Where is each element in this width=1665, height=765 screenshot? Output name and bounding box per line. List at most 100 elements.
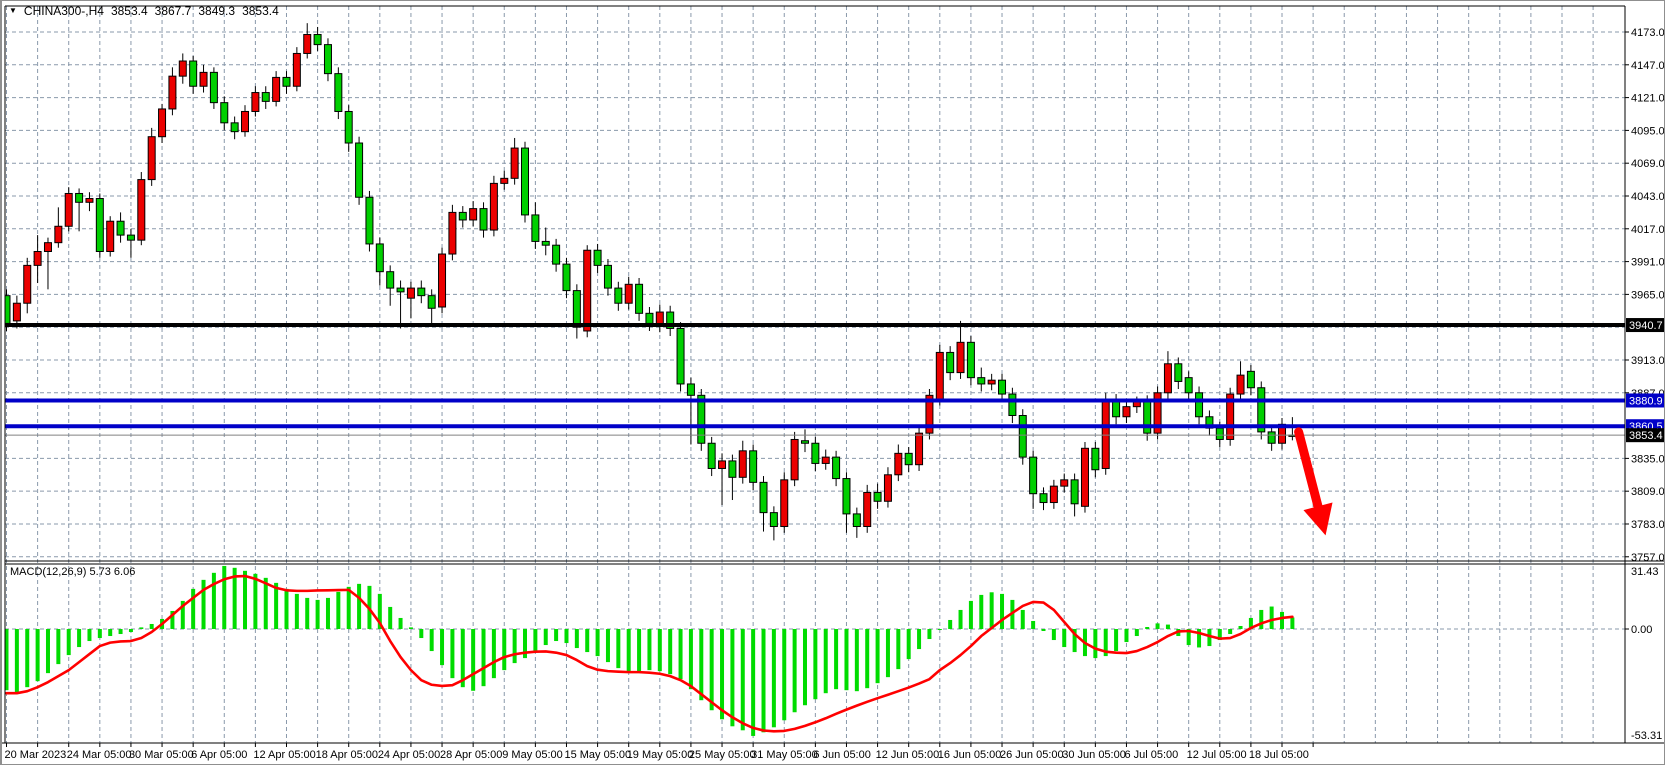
candlestick — [1102, 400, 1109, 468]
macd-bar — [1280, 612, 1284, 629]
macd-bar — [471, 629, 475, 691]
time-tick-label: 15 May 05:00 — [564, 749, 631, 761]
macd-bar — [647, 629, 651, 670]
candlestick — [1009, 394, 1016, 415]
candlestick — [210, 72, 217, 102]
candlestick — [884, 475, 891, 501]
macd-bar — [326, 598, 330, 629]
macd-bar — [253, 574, 257, 629]
macd-bar — [305, 598, 309, 629]
candlestick — [573, 291, 580, 328]
candlestick — [480, 209, 487, 230]
macd-bar — [46, 629, 50, 673]
price-tag-text: 3940.7 — [1629, 320, 1663, 332]
macd-bar — [564, 629, 568, 643]
candlestick — [418, 288, 425, 296]
candlestick — [1071, 480, 1078, 504]
macd-bar — [36, 629, 40, 681]
candlestick — [1237, 375, 1244, 394]
price-tick-label: 4017.0 — [1631, 224, 1665, 236]
price-tag-text: 3880.9 — [1629, 395, 1663, 407]
candlestick — [55, 226, 62, 242]
time-tick-label: 16 Jun 05:00 — [938, 749, 1002, 761]
candlestick — [646, 313, 653, 323]
price-tick-label: 4069.0 — [1631, 158, 1665, 170]
candlestick — [117, 221, 124, 235]
symbol-period-label: CHINA300-,H4 — [24, 4, 104, 18]
macd-bar — [793, 629, 797, 712]
candlestick — [304, 35, 311, 54]
macd-bar — [834, 629, 838, 689]
macd-bar — [212, 573, 216, 629]
macd-bar — [108, 629, 112, 636]
candlestick — [770, 513, 777, 527]
indicator-label: MACD(12,26,9) 5.73 6.06 — [10, 566, 135, 578]
candlestick — [231, 123, 238, 132]
macd-bar — [202, 580, 206, 629]
macd-bar — [699, 629, 703, 700]
candlestick — [107, 221, 114, 251]
candlestick — [895, 453, 902, 474]
macd-bar — [575, 629, 579, 648]
candlestick — [760, 482, 767, 512]
candlestick — [13, 303, 20, 321]
symbol-dropdown-icon[interactable]: ▼ — [9, 7, 17, 15]
candlestick — [936, 352, 943, 399]
candlestick — [1040, 494, 1047, 503]
macd-bar — [440, 629, 444, 665]
macd-bar — [87, 629, 91, 641]
macd-bar — [658, 629, 662, 671]
macd-axis-max: 31.43 — [1631, 566, 1659, 578]
price-tick-label: 4121.0 — [1631, 93, 1665, 105]
candlestick — [1216, 428, 1223, 439]
macd-bar — [150, 624, 154, 629]
macd-bar — [1290, 618, 1294, 629]
macd-bar — [1156, 623, 1160, 629]
macd-bar — [720, 629, 724, 719]
macd-bar — [25, 629, 29, 687]
macd-bar — [554, 629, 558, 641]
time-tick-label: 12 Jun 05:00 — [876, 749, 940, 761]
macd-bar — [772, 629, 776, 727]
macd-bar — [544, 629, 548, 645]
time-tick-label: 6 Apr 05:00 — [191, 749, 247, 761]
chart-canvas: 4173.04147.04121.04095.04069.04043.04017… — [2, 1, 1665, 765]
candlestick — [148, 137, 155, 180]
macd-bar — [782, 629, 786, 720]
price-tick-label: 3913.0 — [1631, 355, 1665, 367]
macd-bar — [803, 629, 807, 705]
candlestick — [314, 35, 321, 45]
candlestick — [366, 197, 373, 244]
candlestick — [252, 93, 259, 112]
candlestick — [439, 254, 446, 307]
candlestick — [916, 433, 923, 465]
macd-bar — [513, 629, 517, 663]
candlestick — [293, 53, 300, 86]
candlestick — [138, 180, 145, 241]
time-tick-label: 30 Jun 05:00 — [1062, 749, 1126, 761]
candlestick — [65, 193, 72, 226]
candlestick — [812, 443, 819, 463]
macd-bar — [751, 629, 755, 736]
candlestick — [781, 480, 788, 527]
macd-bar — [419, 629, 423, 638]
macd-bar — [67, 629, 71, 655]
macd-bar — [336, 592, 340, 629]
macd-bar — [979, 595, 983, 629]
candlestick — [988, 380, 995, 384]
macd-bar — [959, 610, 963, 629]
candlestick — [1081, 448, 1088, 506]
candlestick — [822, 457, 829, 463]
price-tick-label: 3783.0 — [1631, 519, 1665, 531]
chart-window: 4173.04147.04121.04095.04069.04043.04017… — [0, 0, 1665, 765]
macd-bar — [1166, 625, 1170, 629]
price-tick-label: 4095.0 — [1631, 125, 1665, 137]
macd-bar — [1031, 621, 1035, 629]
macd-bar — [627, 629, 631, 672]
candlestick — [604, 265, 611, 288]
macd-bar — [1000, 594, 1004, 629]
ohlc-high: 3867.7 — [155, 4, 192, 18]
candlestick — [511, 148, 518, 178]
time-tick-label: 31 May 05:00 — [751, 749, 818, 761]
price-tick-label: 3757.0 — [1631, 552, 1665, 564]
